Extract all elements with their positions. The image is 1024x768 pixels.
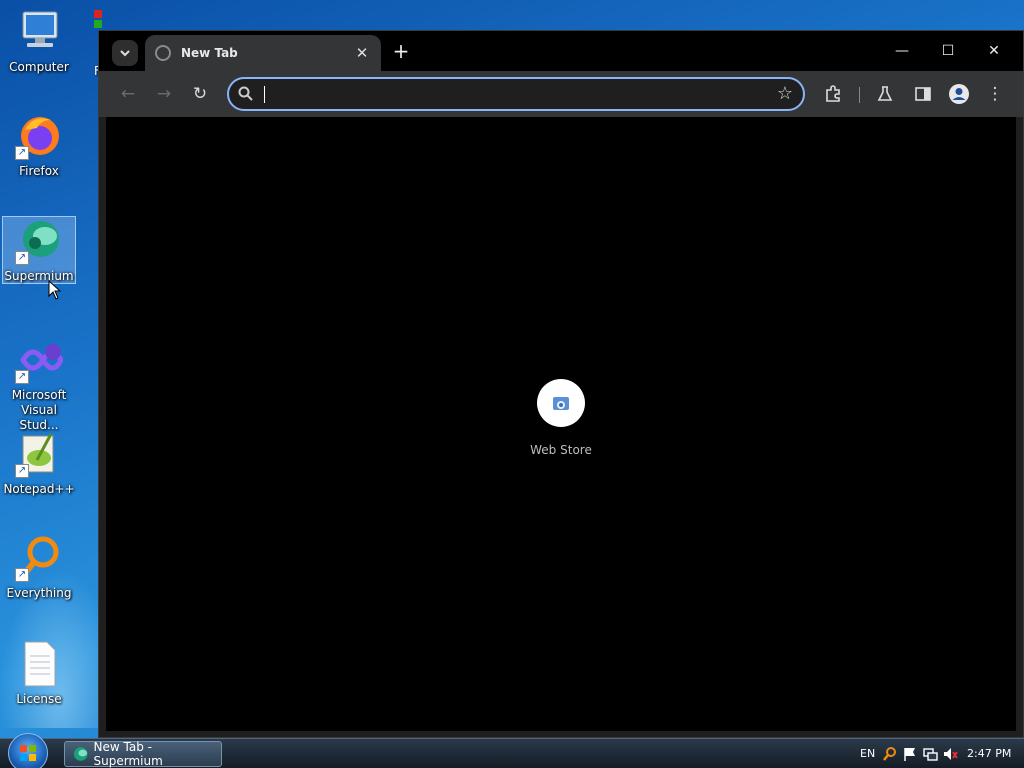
supermium-icon	[73, 747, 88, 761]
shortcut-arrow-icon: ↗	[15, 370, 29, 384]
back-button[interactable]: ←	[114, 80, 142, 108]
shortcut-arrow-icon: ↗	[15, 464, 29, 478]
shortcut-label: Web Store	[530, 443, 592, 457]
firefox-icon: ↗	[15, 112, 63, 160]
action-center-flag-icon[interactable]	[902, 746, 918, 762]
reload-button[interactable]: ↻	[186, 80, 214, 108]
computer-icon	[15, 8, 63, 56]
new-tab-button[interactable]: +	[389, 39, 413, 63]
desktop-icon-license[interactable]: License	[2, 640, 76, 706]
volume-muted-icon[interactable]	[942, 746, 958, 762]
taskbar: New Tab - Supermium EN 2:47 PM	[0, 733, 1024, 768]
shortcut-web-store[interactable]: Web Store	[516, 379, 606, 457]
clock[interactable]: 2:47 PM	[967, 747, 1011, 760]
visual-studio-icon: ↗	[15, 336, 64, 384]
tab-search-button[interactable]	[112, 40, 138, 66]
menu-button[interactable]: ⋮	[981, 80, 1009, 108]
start-button[interactable]	[8, 733, 48, 768]
maximize-button[interactable]: ☐	[925, 37, 971, 65]
network-icon[interactable]	[922, 746, 938, 762]
puzzle-icon	[826, 85, 840, 102]
profile-button[interactable]	[945, 80, 973, 108]
flask-icon	[877, 86, 893, 101]
tab-title: New Tab	[181, 46, 238, 60]
browser-window[interactable]: New Tab ✕ + — ☐ ✕ ← → ↻ ☆ ⋮ Web Store	[98, 30, 1024, 738]
desktop-icon-label: Supermium	[4, 269, 74, 283]
desktop-icon-label: License	[16, 692, 62, 706]
web-store-icon	[553, 397, 569, 410]
shortcut-arrow-icon: ↗	[15, 251, 29, 265]
desktop-icon-label: Notepad++	[3, 482, 75, 496]
minimize-button[interactable]: —	[879, 37, 925, 65]
taskbar-item-supermium[interactable]: New Tab - Supermium	[64, 740, 222, 768]
extensions-button[interactable]	[819, 80, 847, 108]
side-panel-button[interactable]	[909, 80, 937, 108]
taskbar-item-label: New Tab - Supermium	[93, 740, 163, 768]
close-window-button[interactable]: ✕	[971, 37, 1017, 65]
tab-close-icon[interactable]: ✕	[353, 44, 371, 62]
address-bar[interactable]: ☆	[227, 77, 805, 111]
avatar-icon	[949, 84, 969, 104]
windows-logo-icon	[20, 745, 36, 761]
shortcut-arrow-icon: ↗	[15, 146, 29, 160]
desktop-icon-everything[interactable]: ↗ Everything	[2, 534, 76, 604]
desktop-icon-label: Microsoft Visual Stud...	[11, 388, 67, 432]
browser-toolbar: ← → ↻ ☆ ⋮	[99, 71, 1023, 117]
desktop-icon-firefox[interactable]: ↗ Firefox	[2, 112, 76, 182]
desktop-icon-label: Computer	[9, 60, 69, 74]
text-caret	[264, 86, 265, 103]
mouse-cursor-icon	[48, 280, 62, 300]
shortcut-arrow-icon: ↗	[15, 568, 29, 582]
chevron-down-icon	[120, 50, 130, 57]
forward-button[interactable]: →	[150, 80, 178, 108]
bookmark-star-icon[interactable]: ☆	[777, 83, 793, 104]
tab-new-tab[interactable]: New Tab ✕	[145, 35, 381, 71]
desktop-icon-visual-studio[interactable]: ↗ Microsoft Visual Stud...	[2, 336, 76, 432]
toolbar-divider	[859, 87, 860, 103]
address-input[interactable]	[261, 82, 761, 106]
side-panel-icon	[915, 87, 931, 101]
search-icon	[238, 86, 253, 101]
desktop-icon-notepadpp[interactable]: ↗ Notepad++	[2, 430, 76, 500]
text-file-icon	[15, 640, 63, 688]
desktop-icon-label: Firefox	[19, 164, 59, 178]
everything-icon: ↗	[15, 534, 63, 582]
labs-button[interactable]	[871, 80, 899, 108]
notepadpp-icon: ↗	[15, 430, 63, 478]
desktop-icon-supermium[interactable]: ↗ Supermium	[2, 216, 76, 284]
search-tray-icon[interactable]	[882, 746, 898, 762]
tab-strip: New Tab ✕ + — ☐ ✕	[99, 31, 1023, 71]
desktop-icon-label: Everything	[6, 586, 72, 600]
shortcut-icon-container	[537, 379, 585, 427]
desktop-icon-computer[interactable]: Computer	[2, 8, 76, 78]
new-tab-page: Web Store	[106, 117, 1016, 731]
language-indicator[interactable]: EN	[860, 747, 875, 760]
globe-icon	[155, 45, 171, 61]
supermium-icon: ↗	[15, 217, 63, 265]
